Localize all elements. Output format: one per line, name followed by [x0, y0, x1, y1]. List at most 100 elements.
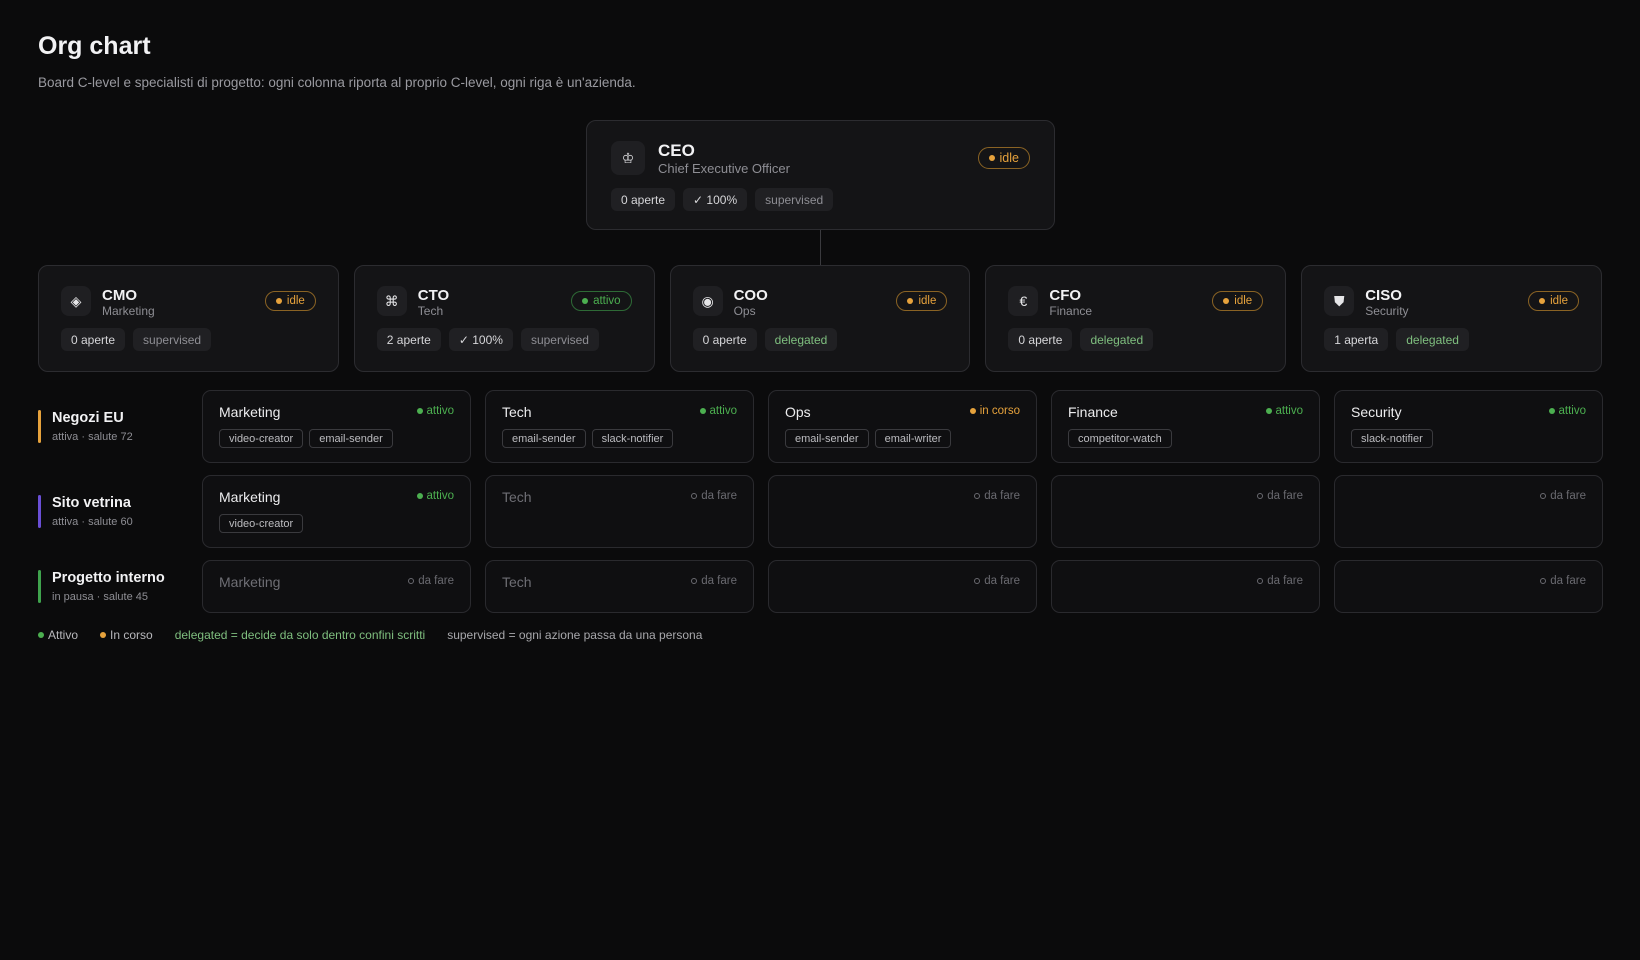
crown-icon: ♔	[611, 141, 645, 175]
status-label: attivo	[426, 405, 455, 417]
company-info[interactable]: Sito vetrina attiva · salute 60	[38, 475, 198, 548]
status-dot-icon	[275, 298, 282, 304]
department-cell[interactable]: da fare	[768, 475, 1037, 548]
legend: Attivo In corso delegated = decide da so…	[38, 628, 702, 642]
department-cell[interactable]: Marketing attivo video-creator email-send…	[202, 390, 471, 463]
department-cell[interactable]: Security attivo slack-notifier	[1334, 390, 1603, 463]
cell-status: da fare	[1540, 575, 1586, 587]
clevel-chips: 0 aperte delegated	[692, 328, 838, 351]
company-meta: attiva · salute 60	[52, 516, 133, 528]
mode-chip: supervised	[520, 328, 599, 351]
status-label: da fare	[1550, 575, 1586, 587]
status-dot-icon	[969, 408, 976, 414]
clevel-card-cmo[interactable]: ◈ CMO Marketing idle 0 aperte supervised	[38, 265, 339, 372]
status-label: da fare	[1267, 490, 1303, 502]
shield-icon: ⛊	[1324, 286, 1355, 316]
department-cell[interactable]: Marketing da fare	[202, 560, 471, 613]
agent-tags: video-creator	[219, 514, 304, 533]
clevel-chips: 0 aperte supervised	[61, 328, 212, 351]
cell-title: Finance	[1068, 404, 1118, 420]
agent-tag[interactable]: email-writer	[874, 429, 952, 448]
agent-tag[interactable]: slack-notifier	[1351, 429, 1433, 448]
legend-in-corso: In corso	[100, 628, 153, 642]
department-cell[interactable]: da fare	[1051, 475, 1320, 548]
role-subtitle: Security	[1365, 304, 1409, 318]
department-cell[interactable]: da fare	[1051, 560, 1320, 613]
legend-label: In corso	[110, 628, 153, 642]
status-label: idle	[918, 295, 937, 307]
department-cell[interactable]: Marketing attivo video-creator	[202, 475, 471, 548]
company-color-bar	[38, 495, 41, 528]
status-badge: idle	[896, 291, 948, 311]
empty-circle-icon	[691, 578, 698, 584]
ceo-card[interactable]: ♔ CEO Chief Executive Officer idle 0 ape…	[586, 120, 1055, 230]
legend-attivo: Attivo	[38, 628, 78, 642]
department-cell[interactable]: Tech da fare	[485, 475, 754, 548]
cell-status: attivo	[699, 405, 738, 417]
agent-tag[interactable]: email-sender	[785, 429, 869, 448]
clevel-card-cto[interactable]: ⌘ CTO Tech attivo 2 aperte ✓ 100% supervis…	[353, 265, 655, 372]
cell-title: Tech	[502, 489, 532, 505]
cell-title: Tech	[502, 574, 532, 590]
department-cell[interactable]: Ops in corso email-sender email-writer	[768, 390, 1037, 463]
open-count-chip: 0 aperte	[61, 328, 126, 351]
agent-tag[interactable]: email-sender	[502, 429, 586, 448]
agent-tag[interactable]: video-creator	[219, 514, 304, 533]
role-subtitle: Ops	[733, 304, 756, 318]
command-icon: ⌘	[376, 286, 407, 316]
status-label: attivo	[593, 295, 621, 307]
cell-title: Marketing	[219, 404, 281, 420]
status-label: idle	[1550, 295, 1568, 307]
diamond-icon: ◈	[61, 286, 91, 316]
department-cell[interactable]: Tech attivo email-sender slack-notifier	[485, 390, 754, 463]
clevel-card-coo[interactable]: ◉ COO Ops idle 0 aperte delegated	[669, 265, 971, 372]
company-info[interactable]: Progetto interno in pausa · salute 45	[38, 560, 198, 633]
clevel-card-ciso[interactable]: ⛊ CISO Security idle 1 aperta delegated	[1301, 265, 1602, 372]
status-dot-icon	[416, 493, 423, 499]
status-label: attivo	[709, 405, 738, 417]
open-count-chip: 0 aperte	[611, 188, 676, 211]
role-name: CISO	[1365, 287, 1402, 304]
status-label: da fare	[1550, 490, 1586, 502]
cell-status: attivo	[1265, 405, 1303, 417]
agent-tag[interactable]: email-sender	[309, 429, 393, 448]
status-dot-icon	[1548, 408, 1555, 414]
clevel-card-cfo[interactable]: € CFO Finance idle 0 aperte delegated	[985, 265, 1287, 372]
clevel-chips: 1 aperta delegated	[1324, 328, 1469, 351]
open-count-chip: 2 aperte	[376, 328, 441, 351]
department-cell[interactable]: da fare	[1334, 560, 1603, 613]
cell-status: da fare	[974, 490, 1020, 502]
department-cell[interactable]: Tech da fare	[485, 560, 754, 613]
department-cell[interactable]: da fare	[1334, 475, 1603, 548]
agent-tag[interactable]: competitor-watch	[1068, 429, 1172, 448]
cell-title: Marketing	[219, 574, 281, 590]
clevel-chips: 0 aperte delegated	[1008, 328, 1154, 351]
role-name: CMO	[102, 287, 137, 304]
cell-title: Security	[1351, 404, 1402, 420]
company-color-bar	[38, 570, 41, 603]
status-dot-icon	[1539, 298, 1546, 304]
empty-circle-icon	[974, 578, 981, 584]
status-dot-icon	[416, 408, 423, 414]
green-dot-icon	[38, 632, 44, 638]
company-row: Progetto interno in pausa · salute 45 Ma…	[38, 560, 1603, 633]
department-cell[interactable]: Finance attivo competitor-watch	[1051, 390, 1320, 463]
agent-tags: video-creator email-sender	[219, 429, 393, 448]
cell-status: in corso	[969, 405, 1020, 417]
status-badge: idle	[1212, 291, 1264, 311]
status-label: da fare	[984, 575, 1020, 587]
department-cell[interactable]: da fare	[768, 560, 1037, 613]
company-color-bar	[38, 410, 41, 443]
legend-delegated: delegated = decide da solo dentro confin…	[174, 628, 426, 642]
completion-chip: ✓ 100%	[683, 188, 748, 211]
role-name: CFO	[1049, 287, 1082, 304]
cell-status: attivo	[1548, 405, 1587, 417]
open-count-chip: 0 aperte	[692, 328, 757, 351]
company-info[interactable]: Negozi EU attiva · salute 72	[38, 390, 198, 463]
agent-tag[interactable]: slack-notifier	[591, 429, 674, 448]
mode-chip: delegated	[1080, 328, 1154, 351]
agent-tag[interactable]: video-creator	[219, 429, 304, 448]
legend-label: Attivo	[48, 628, 79, 642]
connector-line	[820, 230, 821, 266]
status-label: attivo	[1558, 405, 1587, 417]
